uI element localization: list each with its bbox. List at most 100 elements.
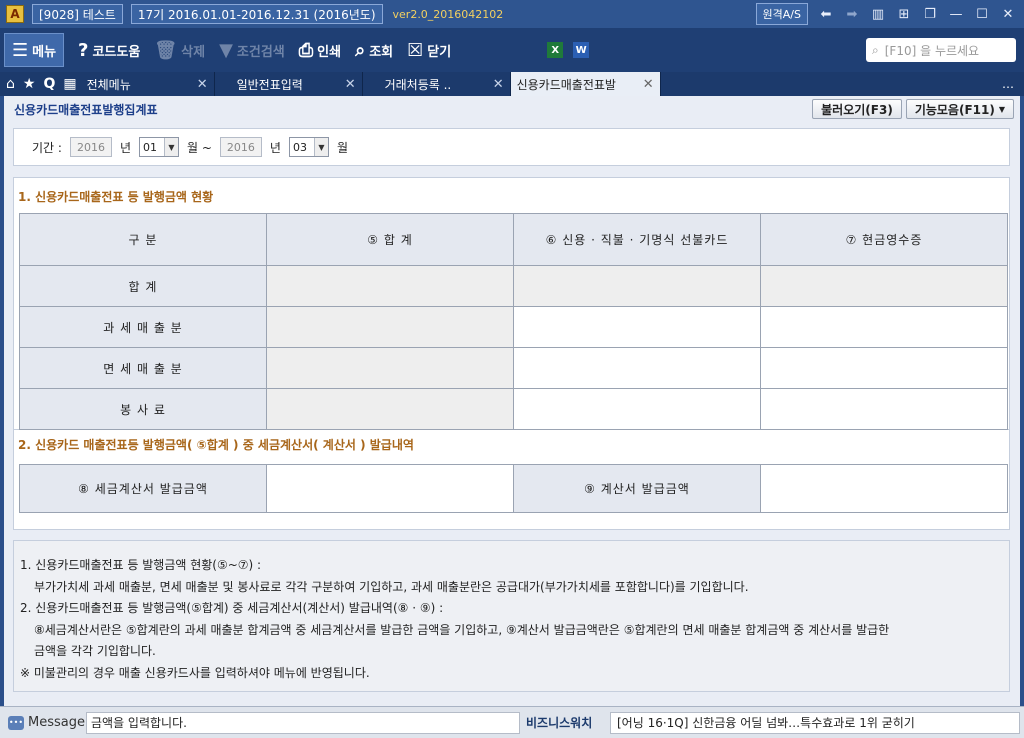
printer-icon: ⎙ xyxy=(298,39,314,61)
taxable-cash-input[interactable] xyxy=(760,306,1008,348)
forward-arrow-icon[interactable]: ➡ xyxy=(844,7,860,22)
menu-button-label: 메뉴 xyxy=(32,44,57,60)
close-box-icon: ☒ xyxy=(407,39,424,61)
tab-label: 전체메뉴 xyxy=(86,77,131,92)
close-window-icon[interactable]: ✕ xyxy=(1000,7,1016,22)
title-bar: A [9028] 테스트 17기 2016.01.01-2016.12.31 (… xyxy=(0,0,1024,28)
invoice-issuance-section: 2. 신용카드 매출전표등 발행금액( ⑤합계 ) 중 세금계산서( 계산서 )… xyxy=(13,430,1010,530)
query-label: 조회 xyxy=(369,44,394,60)
year-unit: 년 xyxy=(269,140,281,155)
q-search-icon[interactable]: Q xyxy=(43,76,55,92)
tab-general-voucher[interactable]: 일반전표입력 ✕ xyxy=(215,72,363,96)
condition-search-label: 조건검색 xyxy=(236,44,285,60)
status-bar: ••• Message 금액을 입력합니다. 비즈니스워치 [어닝 16·1Q]… xyxy=(0,706,1024,738)
table-row: 봉 사 료 xyxy=(19,388,1008,430)
grid-icon[interactable]: ⊞ xyxy=(896,7,912,22)
header-cash-receipt: ⑦ 현금영수증 xyxy=(760,213,1008,266)
tax-invoice-label: ⑧ 세금계산서 발급금액 xyxy=(19,464,267,513)
exempt-cash-input[interactable] xyxy=(760,347,1008,389)
print-label: 인쇄 xyxy=(317,44,342,60)
issuance-status-section: 1. 신용카드매출전표 등 발행금액 현황 구 분 ⑤ 합 계 ⑥ 신용 · 직… xyxy=(13,177,1010,430)
message-indicator: ••• Message xyxy=(0,715,86,730)
fiscal-period-selector[interactable]: 17기 2016.01.01-2016.12.31 (2016년도) xyxy=(130,4,383,24)
tab-bar: ⌂ ★ Q ▦ 전체메뉴 ✕ 일반전표입력 ✕ 거래처등록 .. ✕ 신용카드매… xyxy=(0,72,1024,96)
service-cash-input[interactable] xyxy=(760,388,1008,430)
page-title: 신용카드매출전표발행집계표 xyxy=(14,102,158,117)
taxable-card-input[interactable] xyxy=(513,306,761,348)
note-line: 1. 신용카드매출전표 등 발행금액 현황(⑤~⑦) : xyxy=(20,558,262,572)
version-label: ver2.0_2016042102 xyxy=(392,7,504,21)
remote-as-button[interactable]: 원격A/S xyxy=(755,3,808,25)
functions-button[interactable]: 기능모음(F11) ▼ xyxy=(905,99,1014,119)
exempt-card-input[interactable] xyxy=(513,347,761,389)
status-message: 금액을 입력합니다. xyxy=(86,711,520,734)
code-help-button[interactable]: ? 코드도움 xyxy=(78,40,140,61)
print-button[interactable]: ⎙ 인쇄 xyxy=(299,40,341,61)
issuance-status-table: 구 분 ⑤ 합 계 ⑥ 신용 · 직불 · 기명식 선불카드 ⑦ 현금영수증 합… xyxy=(19,213,1008,430)
invoice-amount-input[interactable] xyxy=(760,464,1008,513)
header-category: 구 분 xyxy=(19,213,267,266)
service-total-cell xyxy=(266,388,514,430)
query-button[interactable]: ⌕ 조회 xyxy=(355,40,393,61)
trash-icon: 🗑 xyxy=(154,39,178,61)
menu-button[interactable]: ☰ 메뉴 xyxy=(4,33,64,67)
total-card-cell xyxy=(513,265,761,307)
period-label: 기간 : xyxy=(32,140,62,155)
message-label: Message xyxy=(28,715,85,730)
row-label-exempt: 면 세 매 출 분 xyxy=(19,347,267,389)
biz-watch-label: 비즈니스워치 xyxy=(526,716,593,730)
chat-bubble-icon: ••• xyxy=(8,715,24,730)
functions-label: 기능모음(F11) xyxy=(914,102,995,117)
news-ticker[interactable]: [어닝 16·1Q] 신한금융 어딜 넘봐…특수효과로 1위 굳히기 xyxy=(610,711,1020,734)
row-label-service: 봉 사 료 xyxy=(19,388,267,430)
note-line: 부가가치세 과세 매출분, 면세 매출분 및 봉사료로 각각 구분하여 기입하고… xyxy=(34,579,749,594)
period-filter: 기간 : 2016 년 01 ▼ 월 ~ 2016 년 03 ▼ 월 xyxy=(13,128,1010,166)
tab-credit-card-sales[interactable]: 신용카드매출전표발 ✕ xyxy=(510,72,661,96)
taxable-total-cell xyxy=(266,306,514,348)
filter-icon: ▼ xyxy=(219,39,233,61)
row-label-taxable: 과 세 매 출 분 xyxy=(19,306,267,348)
exempt-total-cell xyxy=(266,347,514,389)
windows-icon[interactable]: ❐ xyxy=(922,7,938,22)
invoice-label: ⑨ 계산서 발급금액 xyxy=(513,464,761,513)
to-month-select[interactable]: 03 ▼ xyxy=(288,137,329,157)
condition-search-button[interactable]: ▼ 조건검색 xyxy=(219,40,285,61)
tab-all-menu[interactable]: 전체메뉴 ✕ xyxy=(77,72,215,96)
tab-close-icon[interactable]: ✕ xyxy=(493,77,504,92)
note-line: 2. 신용카드매출전표 등 발행금액(⑤합계) 중 세금계산서(계산서) 발급내… xyxy=(20,601,444,616)
delete-button[interactable]: 🗑 삭제 xyxy=(154,40,205,61)
tab-close-icon[interactable]: ✕ xyxy=(197,77,208,92)
load-button[interactable]: 불러오기(F3) xyxy=(812,99,902,119)
row-label-total: 합 계 xyxy=(19,265,267,307)
service-card-input[interactable] xyxy=(513,388,761,430)
tab-close-icon[interactable]: ✕ xyxy=(643,77,654,92)
excel-icon[interactable]: X xyxy=(547,42,564,58)
back-arrow-icon[interactable]: ⬅ xyxy=(818,7,834,22)
star-icon[interactable]: ★ xyxy=(23,76,36,92)
close-label: 닫기 xyxy=(427,44,452,60)
tab-client-registration[interactable]: 거래처등록 .. ✕ xyxy=(363,72,511,96)
table-row: 과 세 매 출 분 xyxy=(19,306,1008,348)
home-icon[interactable]: ⌂ xyxy=(6,76,15,92)
tab-label: 거래처등록 .. xyxy=(384,77,452,92)
book-icon[interactable]: ▥ xyxy=(870,7,886,22)
chevron-down-icon[interactable]: ▼ xyxy=(313,138,328,156)
chevron-down-icon[interactable]: ▼ xyxy=(164,138,178,156)
main-toolbar: ☰ 메뉴 ? 코드도움 🗑 삭제 ▼ 조건검색 ⎙ 인쇄 ⌕ 조회 ☒ 닫기 X… xyxy=(0,28,1024,72)
query-magnifier-icon: ⌕ xyxy=(355,39,366,61)
company-selector[interactable]: [9028] 테스트 xyxy=(32,4,123,24)
clapper-icon[interactable]: ▦ xyxy=(63,76,76,92)
from-month-select[interactable]: 01 ▼ xyxy=(139,137,179,157)
maximize-icon[interactable]: ☐ xyxy=(974,7,990,22)
tab-label: 일반전표입력 xyxy=(236,77,303,92)
menu-search-input[interactable]: ⌕ [F10] 을 누르세요 xyxy=(866,38,1016,62)
more-tabs-icon[interactable]: … xyxy=(1002,77,1024,91)
header-card: ⑥ 신용 · 직불 · 기명식 선불카드 xyxy=(513,213,761,266)
tab-close-icon[interactable]: ✕ xyxy=(345,77,356,92)
to-year-field: 2016 xyxy=(219,137,262,157)
minimize-icon[interactable]: — xyxy=(948,7,964,22)
note-line: 금액을 각각 기입합니다. xyxy=(34,644,156,659)
tax-invoice-amount-input[interactable] xyxy=(266,464,514,513)
word-icon[interactable]: W xyxy=(573,42,590,58)
close-button[interactable]: ☒ 닫기 xyxy=(407,40,451,61)
